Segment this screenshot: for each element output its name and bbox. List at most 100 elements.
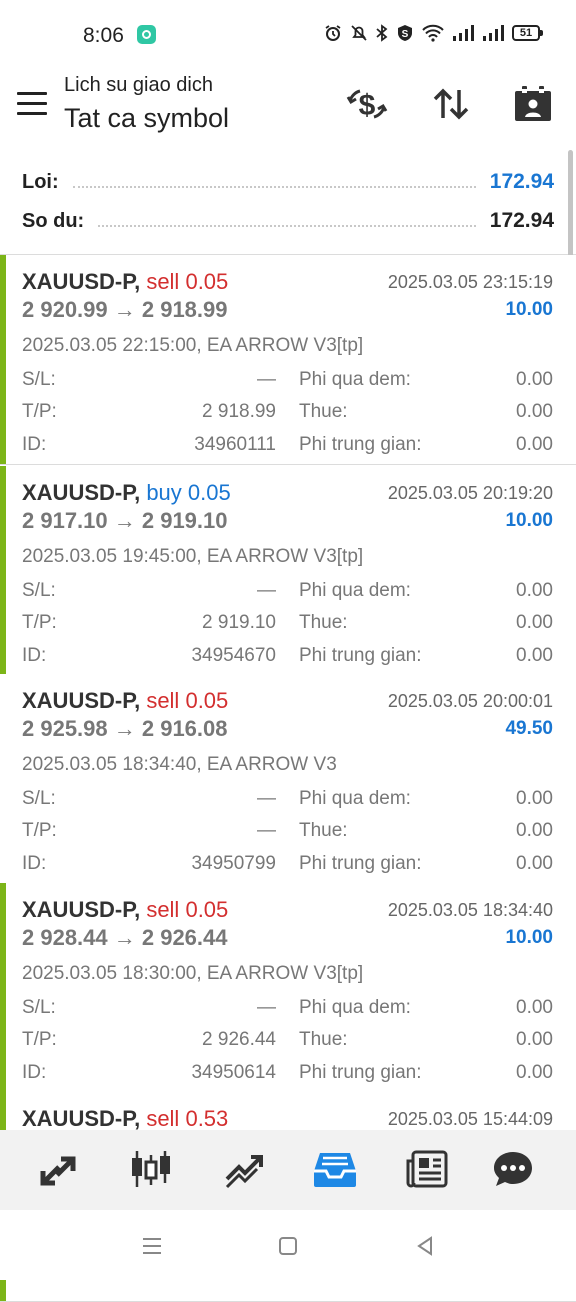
app-header: Lich su giao dich Tat ca symbol $ [0,70,576,150]
swap-value: 0.00 [516,369,553,390]
trade-row[interactable]: XAUUSD-P, sell 0.05 2025.03.05 20:00:01 2 … [0,674,576,884]
symbol-name: XAUUSD-P, [22,897,141,922]
id-value: 34960111 [194,434,276,455]
nav-history[interactable] [310,1146,360,1192]
back-button[interactable] [411,1232,439,1260]
win-indicator-bar [0,255,6,464]
tax-value: 0.00 [516,820,553,841]
tax-value: 0.00 [516,401,553,422]
status-icons: S 51 [324,24,543,42]
system-nav-bar [0,1210,576,1280]
status-bar: 8:06 S 51 [0,0,576,70]
id-label: ID: [22,1062,47,1083]
win-indicator-bar [0,883,6,1092]
trade-profit: 10.00 [505,510,553,531]
swap-value: 0.00 [516,788,553,809]
tp-value: 2 918.99 [202,401,276,422]
open-close-prices: 2 920.99 → 2 918.99 [22,297,228,322]
open-close-prices: 2 925.98 → 2 916.08 [22,716,228,741]
sl-value: — [257,788,276,809]
detail-row: S/L: — Phi qua dem: 0.00 [22,369,553,395]
tax-label: Thue: [299,612,348,633]
trade-symbol: XAUUSD-P, sell 0.05 [22,688,228,714]
deposit-button[interactable]: $ [345,82,389,126]
detail-row: S/L: — Phi qua dem: 0.00 [22,788,553,814]
tax-value: 0.00 [516,1029,553,1050]
sl-value: — [257,997,276,1018]
swap-value: 0.00 [516,580,553,601]
trend-icon [225,1155,263,1189]
shield-icon: S [398,25,412,41]
recent-apps-button[interactable] [138,1232,166,1260]
trade-volume: 0.05 [185,269,229,294]
sort-arrows-icon [433,88,469,120]
detail-row: T/P: 2 918.99 Thue: 0.00 [22,401,553,427]
battery-icon: 51 [512,25,543,41]
sl-label: S/L: [22,997,56,1018]
trade-side: sell [146,1106,180,1131]
win-indicator-bar [0,466,6,675]
commission-value: 0.00 [516,853,553,874]
trade-profit: 10.00 [505,927,553,948]
trade-profit: 10.00 [505,299,553,320]
calendar-button[interactable] [511,82,555,126]
trade-volume: 0.05 [185,897,229,922]
menu-button[interactable] [17,92,47,116]
dollar-exchange-icon: $ [346,89,388,122]
symbol-selector[interactable]: Tat ca symbol [64,103,229,134]
trade-symbol: XAUUSD-P, sell 0.05 [22,897,228,923]
commission-label: Phi trung gian: [299,645,422,666]
close-time: 2025.03.05 18:34:40 [387,900,553,920]
symbol-name: XAUUSD-P, [22,688,141,713]
open-info: 2025.03.05 18:30:00, EA ARROW V3[tp] [22,963,364,984]
app-notification-icon [137,25,156,44]
page-subtitle: Lich su giao dich [64,74,213,96]
trade-row[interactable]: XAUUSD-P, sell 0.05 2025.03.05 18:34:40 2 … [0,883,576,1093]
detail-row: ID: 34960111 Phi trung gian: 0.00 [22,434,553,460]
news-icon [406,1150,448,1188]
trade-side: buy [146,480,182,505]
symbol-name: XAUUSD-P, [22,269,141,294]
open-info: 2025.03.05 19:45:00, EA ARROW V3[tp] [22,546,364,567]
open-close-prices: 2 917.10 → 2 919.10 [22,508,228,533]
commission-value: 0.00 [516,645,553,666]
symbol-name: XAUUSD-P, [22,480,141,505]
tp-value: — [257,820,276,841]
nav-quotes-chart[interactable] [126,1146,176,1192]
trade-profit: 49.50 [505,718,553,739]
trade-symbol: XAUUSD-P, sell 0.05 [22,269,228,295]
id-label: ID: [22,434,47,455]
nav-news[interactable] [402,1146,452,1192]
detail-row: ID: 34954670 Phi trung gian: 0.00 [22,645,553,671]
bluetooth-icon [376,24,388,42]
trade-row[interactable]: XAUUSD-P, sell 0.05 2025.03.05 23:15:19 2 … [0,255,576,465]
detail-row: T/P: 2 919.10 Thue: 0.00 [22,612,553,638]
close-time: 2025.03.05 15:44:09 [387,1109,553,1129]
trade-side: sell [146,269,180,294]
swap-label: Phi qua dem: [299,997,411,1018]
tp-label: T/P: [22,1029,57,1050]
commission-label: Phi trung gian: [299,853,422,874]
tax-value: 0.00 [516,612,553,633]
close-time: 2025.03.05 23:15:19 [387,272,553,292]
balance-row: So du: 172.94 [22,207,554,235]
symbol-name: XAUUSD-P, [22,1106,141,1131]
tax-label: Thue: [299,820,348,841]
tp-value: 2 926.44 [202,1029,276,1050]
detail-row: T/P: — Thue: 0.00 [22,820,553,846]
trade-row[interactable]: XAUUSD-P, buy 0.05 2025.03.05 20:19:20 2 9… [0,466,576,676]
signal-icon [453,25,474,41]
tax-label: Thue: [299,1029,348,1050]
svg-text:S: S [402,29,409,40]
home-button[interactable] [274,1232,302,1260]
tax-label: Thue: [299,401,348,422]
sort-button[interactable] [429,82,473,126]
swap-label: Phi qua dem: [299,369,411,390]
detail-row: S/L: — Phi qua dem: 0.00 [22,997,553,1023]
tp-label: T/P: [22,820,57,841]
tp-value: 2 919.10 [202,612,276,633]
nav-trade[interactable] [34,1146,84,1192]
commission-value: 0.00 [516,1062,553,1083]
nav-chat[interactable] [488,1146,538,1192]
nav-trends[interactable] [220,1146,270,1192]
